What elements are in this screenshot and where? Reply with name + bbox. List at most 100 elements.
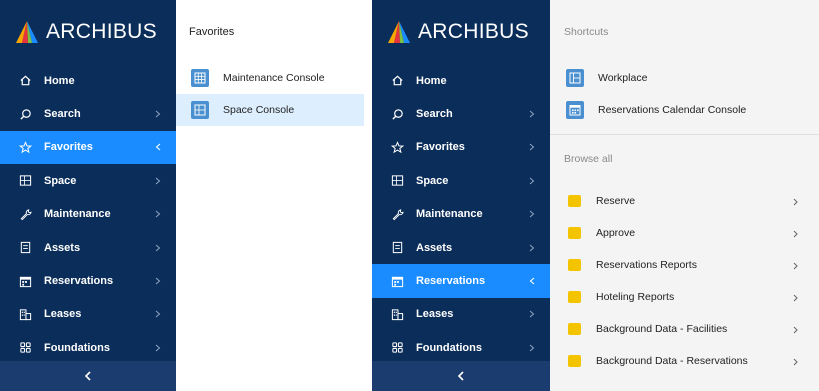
calendar-icon	[390, 274, 404, 288]
floorplan-icon	[191, 101, 209, 119]
shortcut-label: Reservations Calendar Console	[598, 104, 747, 116]
favorites-title: Favorites	[189, 26, 235, 38]
browse-item-reservations-reports[interactable]: Reservations Reports	[550, 249, 819, 281]
nav-item-label: Leases	[416, 308, 454, 321]
nav-item-foundations[interactable]: Foundations	[0, 331, 176, 364]
layout-icon	[566, 69, 584, 87]
nav-item-label: Reservations	[416, 275, 486, 288]
chevron-left-icon	[528, 277, 536, 285]
table-icon	[191, 69, 209, 87]
nav-item-label: Home	[44, 74, 75, 87]
folder-icon	[568, 227, 581, 239]
chevron-right-icon	[528, 244, 536, 252]
floorplan-icon	[390, 174, 404, 188]
search-icon	[390, 107, 404, 121]
folder-icon	[568, 195, 581, 207]
calendar-icon	[18, 274, 32, 288]
shortcut-label: Workplace	[598, 72, 648, 84]
browse-item-label: Reservations Reports	[596, 259, 697, 271]
nav-item-maintenance[interactable]: Maintenance	[0, 198, 176, 231]
browse-item-label: Reserve	[596, 195, 636, 207]
calendar-icon	[566, 101, 584, 119]
nav-item-label: Foundations	[44, 341, 110, 354]
nav-item-home[interactable]: Home	[0, 64, 176, 97]
chevron-right-icon	[793, 357, 799, 366]
favorite-item-label: Maintenance Console	[223, 72, 325, 84]
browse-item-reserve[interactable]: Reserve	[550, 185, 819, 217]
nav-item-space[interactable]: Space	[372, 164, 550, 197]
nav-item-space[interactable]: Space	[0, 164, 176, 197]
browse-all-label: Browse all	[564, 153, 613, 165]
nav-item-favorites[interactable]: Favorites	[372, 131, 550, 164]
brand-name: ARCHIBUS	[418, 20, 529, 43]
nav-item-maintenance[interactable]: Maintenance	[372, 198, 550, 231]
nav-item-reservations[interactable]: Reservations	[372, 264, 550, 298]
wrench-icon	[18, 207, 32, 221]
chevron-right-icon	[154, 244, 162, 252]
collapse-sidebar-button[interactable]	[0, 361, 176, 391]
favorite-item-maintenance-console[interactable]: Maintenance Console	[176, 62, 364, 94]
home-icon	[18, 74, 32, 88]
favorite-item-label: Space Console	[223, 104, 295, 116]
nav-item-label: Leases	[44, 308, 82, 321]
favorite-item-space-console[interactable]: Space Console	[176, 94, 364, 126]
nav-item-label: Assets	[44, 241, 81, 254]
browse-item-background-data-reservations[interactable]: Background Data - Reservations	[550, 345, 819, 377]
shortcuts-title: Shortcuts	[564, 26, 609, 38]
home-icon	[390, 74, 404, 88]
browse-item-label: Hoteling Reports	[596, 291, 675, 303]
left-nav-list: Home Search Favorites Space Maintenance …	[0, 64, 176, 365]
chevron-right-icon	[528, 143, 536, 151]
nav-item-label: Favorites	[416, 141, 465, 154]
shortcut-reservations-calendar-console[interactable]: Reservations Calendar Console	[550, 94, 819, 126]
nav-item-leases[interactable]: Leases	[0, 298, 176, 331]
brand-logo[interactable]: ARCHIBUS	[372, 0, 550, 64]
brand-name: ARCHIBUS	[46, 20, 157, 43]
nav-item-label: Maintenance	[44, 208, 111, 221]
nav-item-label: Assets	[416, 241, 453, 254]
nav-item-assets[interactable]: Assets	[372, 231, 550, 264]
chevron-right-icon	[793, 261, 799, 270]
assets-icon	[390, 241, 404, 255]
right-nav-list: Home Search Favorites Space Maintenance …	[372, 64, 550, 365]
nav-item-leases[interactable]: Leases	[372, 298, 550, 331]
nav-item-label: Favorites	[44, 141, 93, 154]
folder-icon	[568, 259, 581, 271]
browse-item-approve[interactable]: Approve	[550, 217, 819, 249]
folder-icon	[568, 323, 581, 335]
nav-item-label: Search	[416, 108, 453, 121]
search-icon	[18, 107, 32, 121]
nav-item-label: Space	[416, 174, 449, 187]
chevron-right-icon	[528, 310, 536, 318]
brand-logo[interactable]: ARCHIBUS	[0, 0, 176, 64]
browse-item-background-data-facilities[interactable]: Background Data - Facilities	[550, 313, 819, 345]
archibus-logo-icon	[388, 21, 410, 43]
chevron-right-icon	[528, 344, 536, 352]
chevron-right-icon	[528, 177, 536, 185]
folder-icon	[568, 291, 581, 303]
nav-item-label: Reservations	[44, 275, 114, 288]
floorplan-icon	[18, 174, 32, 188]
chevron-left-icon	[457, 371, 464, 381]
nav-item-reservations[interactable]: Reservations	[0, 264, 176, 297]
chevron-right-icon	[154, 110, 162, 118]
star-icon	[18, 140, 32, 154]
star-icon	[390, 140, 404, 154]
nav-item-favorites[interactable]: Favorites	[0, 130, 176, 165]
shortcut-workplace[interactable]: Workplace	[550, 62, 819, 94]
collapse-sidebar-button[interactable]	[372, 361, 550, 391]
nav-item-search[interactable]: Search	[0, 97, 176, 130]
chevron-right-icon	[793, 197, 799, 206]
favorites-panel: Favorites Maintenance Console Space Cons…	[176, 0, 364, 391]
chevron-right-icon	[154, 177, 162, 185]
chevron-right-icon	[154, 210, 162, 218]
nav-item-home[interactable]: Home	[372, 64, 550, 97]
browse-item-label: Approve	[596, 227, 636, 239]
grid-icon	[18, 341, 32, 355]
browse-item-hoteling-reports[interactable]: Hoteling Reports	[550, 281, 819, 313]
assets-icon	[18, 241, 32, 255]
nav-item-search[interactable]: Search	[372, 97, 550, 130]
building-icon	[18, 307, 32, 321]
nav-item-foundations[interactable]: Foundations	[372, 331, 550, 364]
nav-item-assets[interactable]: Assets	[0, 231, 176, 264]
